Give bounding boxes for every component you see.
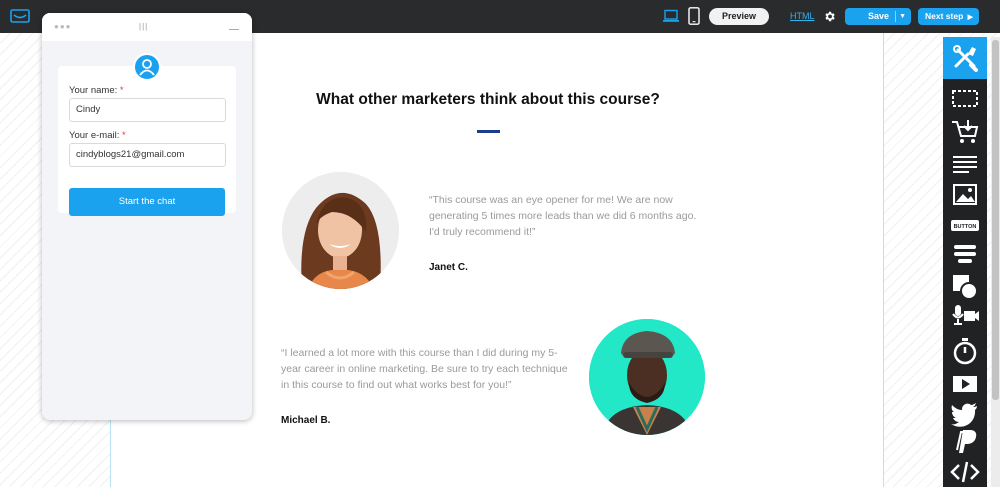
chat-form: Your name: * Cindy Your e-mail: * cindyb… (58, 66, 236, 216)
next-step-button[interactable]: Next step ▶ (918, 8, 979, 25)
scrollbar-thumb[interactable] (992, 40, 999, 400)
name-label: Your name: * (69, 85, 124, 96)
button-icon[interactable]: BUTTON (949, 212, 981, 240)
quote-line: year career in online marketing. Be sure… (281, 363, 568, 375)
quote-line: in this course to find out what works be… (281, 379, 512, 391)
quote-line: “This course was an eye opener for me! W… (429, 194, 673, 206)
tools-icon[interactable] (943, 37, 987, 79)
start-chat-button[interactable]: Start the chat (69, 188, 225, 216)
section-icon[interactable] (949, 85, 981, 113)
video-icon[interactable] (949, 303, 981, 331)
drag-handle-icon[interactable]: ||| (139, 22, 148, 31)
minimize-icon[interactable] (229, 29, 239, 30)
mobile-icon[interactable] (688, 7, 700, 25)
save-label: Save (868, 11, 890, 21)
youtube-icon[interactable] (949, 370, 981, 398)
chat-header[interactable]: ●●● ||| (42, 13, 252, 41)
name-label-text: Your name: (69, 85, 118, 96)
quote-line: “I learned a lot more with this course t… (281, 347, 558, 359)
timer-icon[interactable] (949, 337, 981, 365)
required-mark: * (121, 130, 126, 141)
testimonial-quote-1[interactable]: “This course was an eye opener for me! W… (429, 192, 696, 240)
chat-widget[interactable]: ●●● ||| Your name: * Cindy Your e-mail: … (42, 13, 252, 420)
twitter-icon[interactable] (949, 400, 981, 428)
shapes-icon[interactable] (949, 273, 981, 301)
quote-line: I'd truly recommend it!” (429, 226, 536, 238)
text-icon[interactable] (949, 150, 981, 178)
email-label-text: Your e-mail: (69, 130, 120, 141)
chevron-down-icon[interactable]: ▼ (899, 8, 906, 25)
form-icon[interactable] (949, 241, 981, 269)
cart-icon[interactable] (949, 117, 981, 145)
quote-line: generating 5 times more leads than we di… (429, 210, 697, 222)
image-icon[interactable] (949, 181, 981, 209)
testimonial-author-2[interactable]: Michael B. (281, 415, 330, 426)
paypal-icon[interactable] (949, 428, 981, 456)
email-field[interactable]: cindyblogs21@gmail.com (69, 143, 226, 167)
gear-icon[interactable] (823, 10, 836, 23)
html-link[interactable]: HTML (790, 11, 815, 21)
required-mark: * (119, 85, 124, 96)
user-icon (133, 53, 161, 81)
logo-icon[interactable] (10, 9, 30, 23)
preview-button[interactable]: Preview (709, 8, 769, 25)
email-label: Your e-mail: * (69, 130, 126, 141)
testimonial-author-1[interactable]: Janet C. (429, 262, 468, 273)
code-icon[interactable] (949, 458, 981, 486)
chevron-right-icon: ▶ (967, 14, 974, 21)
save-divider (895, 11, 896, 22)
avatar-michael[interactable] (589, 319, 705, 435)
button-tool-label: BUTTON (954, 224, 977, 230)
avatar-janet[interactable] (282, 172, 399, 289)
name-field[interactable]: Cindy (69, 98, 226, 122)
title-divider (477, 130, 500, 133)
section-title[interactable]: What other marketers think about this co… (300, 91, 676, 109)
more-dots-icon[interactable]: ●●● (54, 22, 72, 31)
guide-line-right (883, 33, 884, 487)
testimonial-quote-2[interactable]: “I learned a lot more with this course t… (281, 345, 568, 393)
desktop-icon[interactable] (663, 9, 679, 23)
save-button[interactable]: Save ▼ (845, 8, 911, 25)
next-step-label: Next step (925, 11, 964, 21)
